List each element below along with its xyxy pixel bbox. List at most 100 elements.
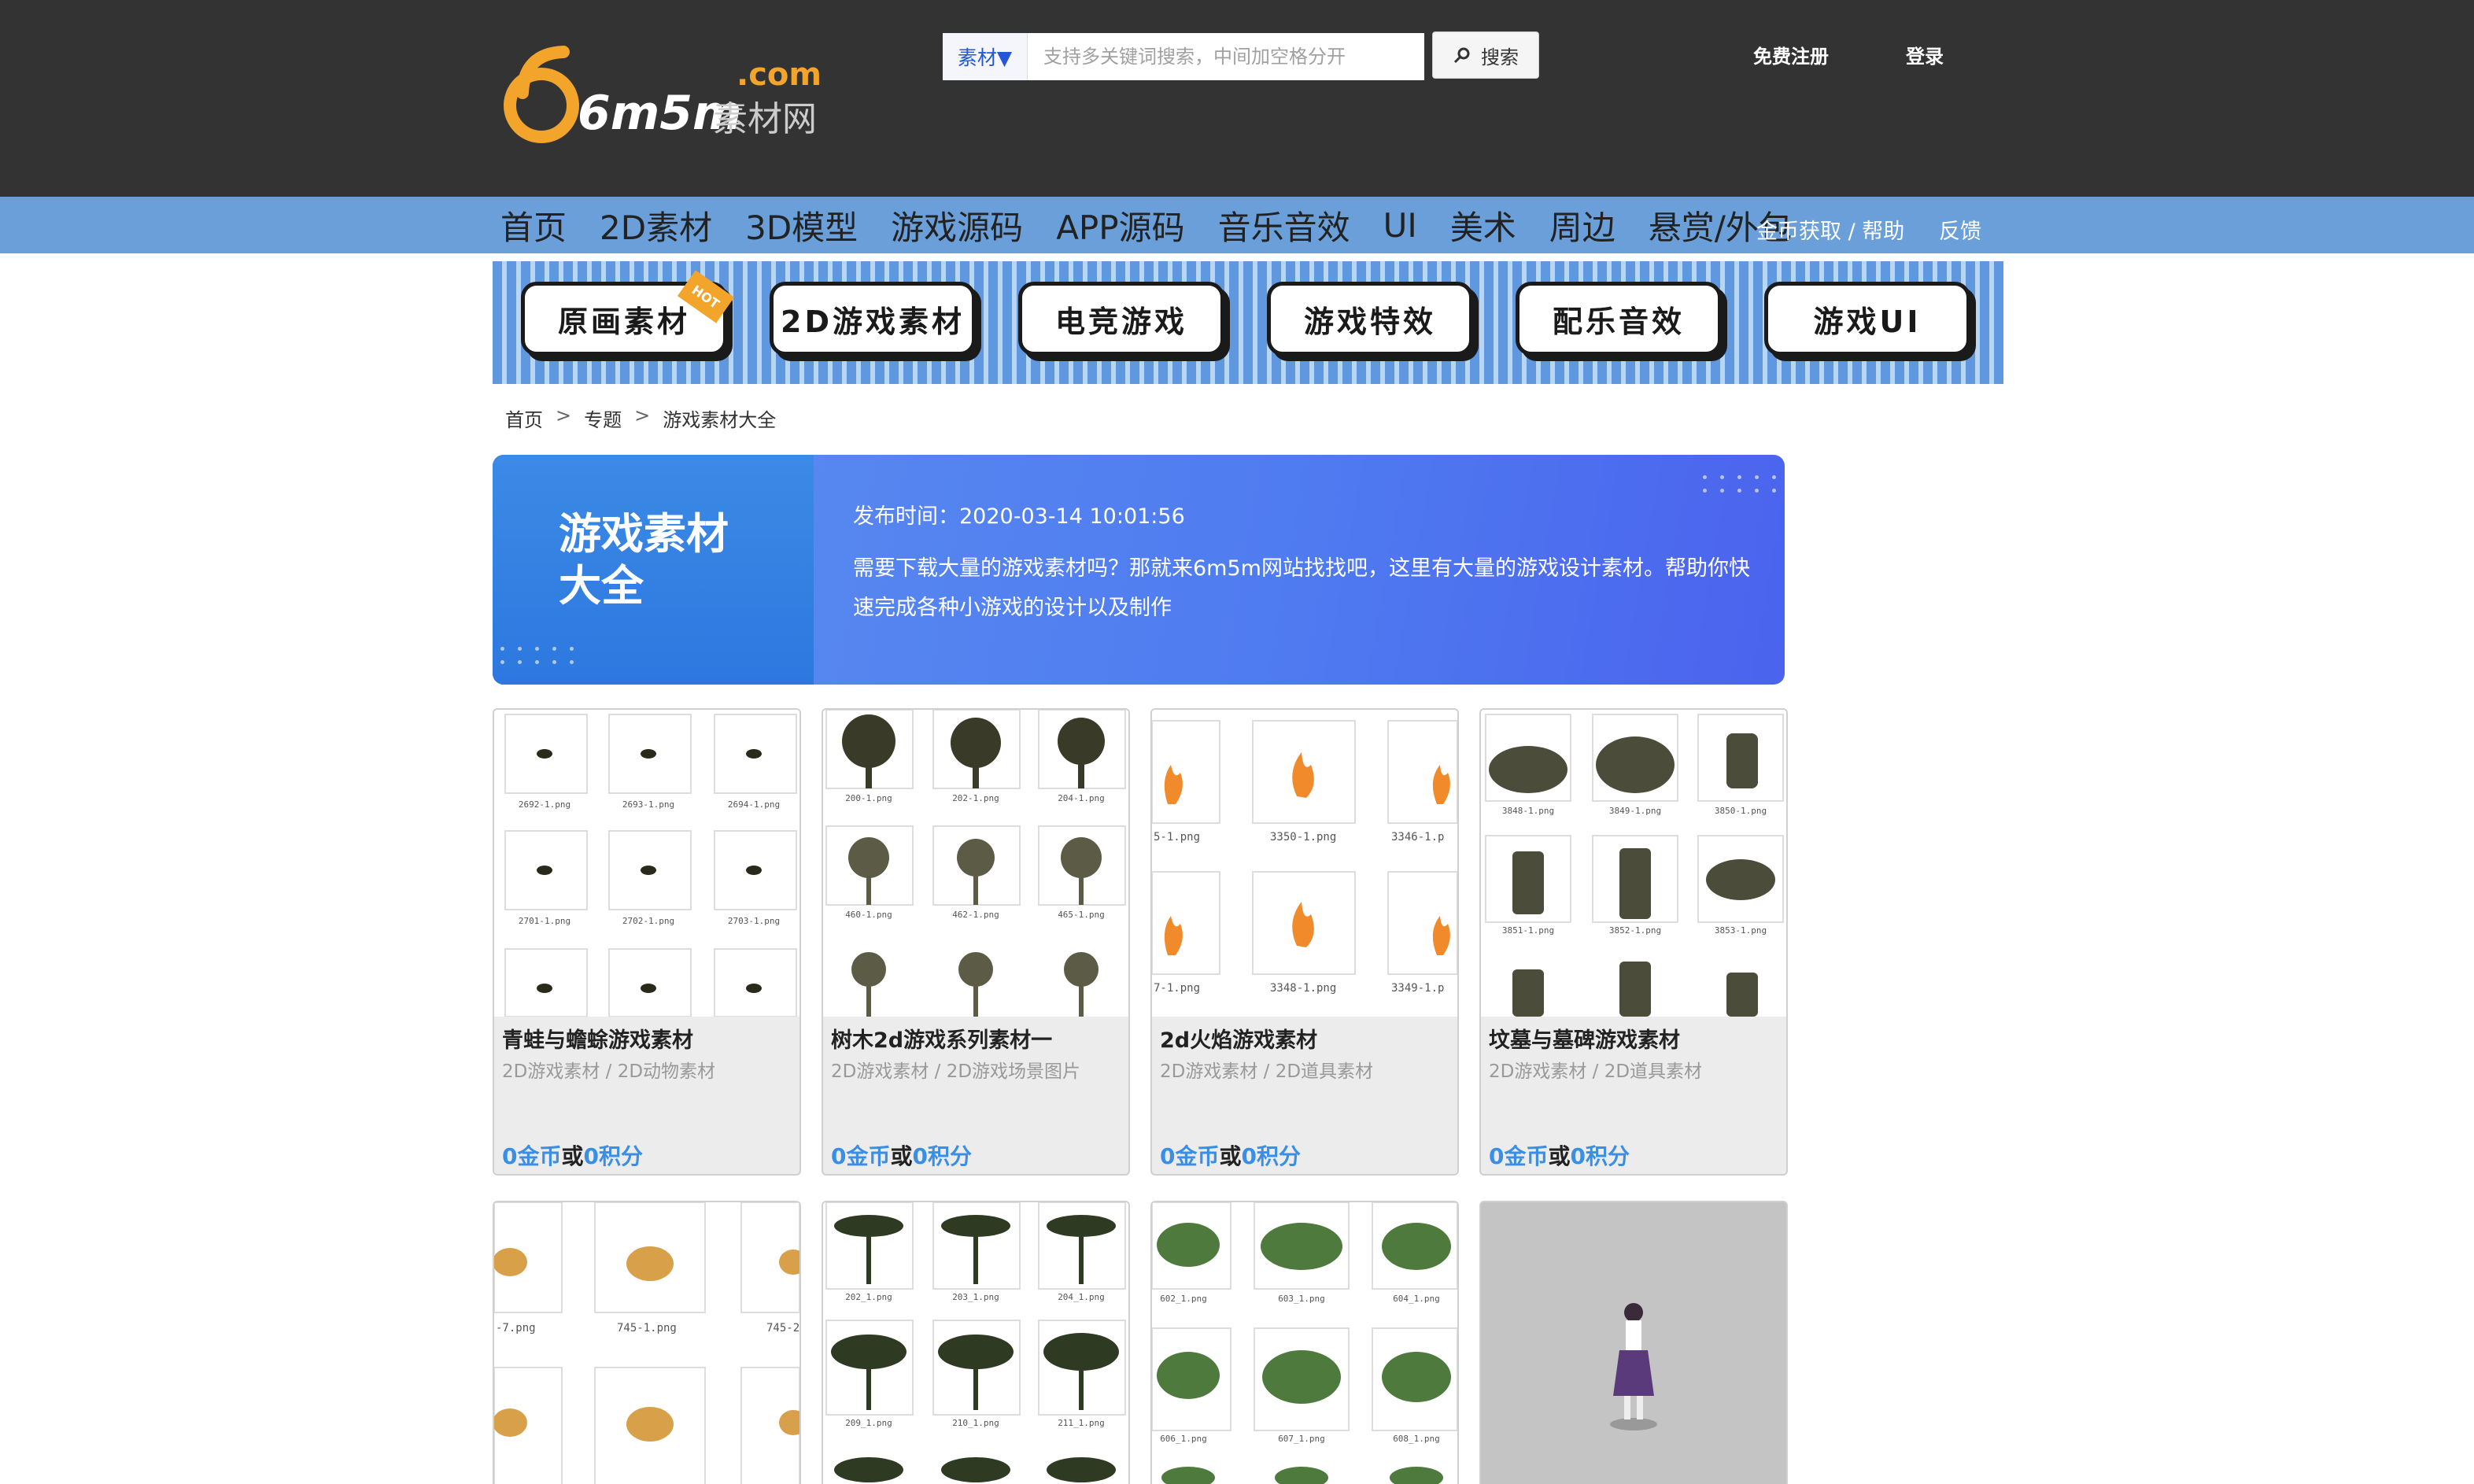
logo-cn: 素材网 xyxy=(713,99,817,139)
login-link[interactable]: 登录 xyxy=(1906,41,1944,68)
site-logo[interactable]: 6m5m .com 素材网 xyxy=(500,46,831,143)
tombstone-thumbnail: 3848-1.png 3849-1.png 3850-1.png 3851-1.… xyxy=(1485,714,1784,1017)
nav-item-2d[interactable]: 2D素材 xyxy=(600,201,712,249)
thumb-label: 5-1.png xyxy=(1154,831,1200,844)
breadcrumb-separator: > xyxy=(556,404,572,426)
main-nav: 首页 2D素材 3D模型 游戏源码 APP源码 音乐音效 UI 美术 周边 悬赏… xyxy=(0,197,2474,253)
resource-card[interactable]: -7.png 745-1.png 745-2 xyxy=(493,1201,801,1484)
nav-item-audio[interactable]: 音乐音效 xyxy=(1218,201,1350,249)
thumb-label: 202_1.png xyxy=(845,1292,892,1302)
thumb-label: 2692-1.png xyxy=(519,799,570,810)
search-input[interactable] xyxy=(1028,33,1424,80)
price-points: 0积分 xyxy=(1570,1143,1630,1169)
palm-thumbnail: 202_1.png 203_1.png 204_1.png 209_1.png … xyxy=(825,1202,1126,1482)
nav-item-art[interactable]: 美术 xyxy=(1450,201,1516,249)
card-category: 2D游戏素材 / 2D动物素材 xyxy=(502,1061,716,1082)
thumb-label: 211_1.png xyxy=(1058,1418,1105,1428)
thumb-label: 3850-1.png xyxy=(1715,806,1767,816)
search-bar: 素材▼ xyxy=(943,33,1424,80)
nav-item-home[interactable]: 首页 xyxy=(500,201,567,249)
thumb-label: 209_1.png xyxy=(845,1418,892,1428)
banner-button-label: 配乐音效 xyxy=(1552,304,1685,339)
breadcrumb-current: 游戏素材大全 xyxy=(663,409,777,431)
thumb-label: 204_1.png xyxy=(1058,1292,1105,1302)
nav-feedback-link[interactable]: 反馈 xyxy=(1939,214,1981,245)
nav-item-3d[interactable]: 3D模型 xyxy=(745,201,858,249)
decor-dots xyxy=(500,647,578,664)
resource-card[interactable]: 2692-1.png 2693-1.png 2694-1.png 2701-1.… xyxy=(493,708,801,1176)
banner-button-effects[interactable]: 游戏特效 xyxy=(1267,282,1473,356)
thumb-label: 3348-1.png xyxy=(1270,982,1336,995)
card-price: 0金币或0积分 xyxy=(831,1139,972,1171)
price-points: 0积分 xyxy=(912,1143,972,1169)
price-coins: 0金币 xyxy=(831,1143,891,1169)
price-coins: 0金币 xyxy=(1160,1143,1220,1169)
nav-item-game-source[interactable]: 游戏源码 xyxy=(891,201,1023,249)
banner-button-game-ui[interactable]: 游戏UI xyxy=(1764,282,1970,356)
thumb-label: 7-1.png xyxy=(1154,982,1200,995)
topic-title-panel: 游戏素材大全 xyxy=(493,455,814,685)
banner-button-esports[interactable]: 电竞游戏 xyxy=(1018,282,1224,356)
thumb-label: 608_1.png xyxy=(1393,1434,1440,1444)
topic-header-card: 游戏素材大全 发布时间：2020-03-14 10:01:56 需要下载大量的游… xyxy=(493,455,1785,685)
card-category: 2D游戏素材 / 2D游戏场景图片 xyxy=(831,1061,1081,1082)
topic-publish-date: 发布时间：2020-03-14 10:01:56 xyxy=(853,504,1185,529)
search-category-select[interactable]: 素材▼ xyxy=(943,33,1028,80)
card-category: 2D游戏素材 / 2D道具素材 xyxy=(1160,1061,1374,1082)
price-or: 或 xyxy=(890,1143,913,1169)
card-title[interactable]: 树木2d游戏系列素材一 xyxy=(831,1023,1052,1054)
topic-description: 需要下载大量的游戏素材吗？那就来6m5m网站找找吧，这里有大量的游戏设计素材。帮… xyxy=(853,556,1750,620)
thumb-label: 2694-1.png xyxy=(728,799,780,810)
search-button[interactable]: 搜索 xyxy=(1432,31,1539,79)
category-banner: 原画素材 HOT 2D游戏素材 电竞游戏 游戏特效 配乐音效 游戏UI xyxy=(493,261,2003,384)
card-title[interactable]: 坟墓与墓碑游戏素材 xyxy=(1489,1023,1680,1054)
card-thumbnail: 202_1.png 203_1.png 204_1.png 209_1.png … xyxy=(823,1202,1128,1484)
logo-com: .com xyxy=(737,57,822,93)
nav-item-app-source[interactable]: APP源码 xyxy=(1056,201,1184,249)
card-thumbnail: 5-1.png 3350-1.png 3346-1.p 7-1.png 3348… xyxy=(1152,710,1457,1017)
thumb-label: 3851-1.png xyxy=(1502,925,1554,936)
lilypad-thumbnail: 602_1.png 603_1.png 604_1.png 606_1.png … xyxy=(1152,1202,1457,1484)
thumb-label: 2701-1.png xyxy=(519,916,570,926)
card-thumbnail: -7.png 745-1.png 745-2 xyxy=(494,1202,799,1484)
breadcrumb: 首页 > 专题 > 游戏素材大全 xyxy=(505,404,776,432)
nav-help-link[interactable]: 金币获取 / 帮助 xyxy=(1756,214,1904,245)
resource-card[interactable]: 200-1.png 202-1.png 204-1.png 460-1.png … xyxy=(822,708,1130,1176)
register-link[interactable]: 免费注册 xyxy=(1753,41,1829,68)
thumb-label: 200-1.png xyxy=(845,793,892,803)
banner-button-concept-art[interactable]: 原画素材 HOT xyxy=(521,270,735,356)
card-title[interactable]: 青蛙与蟾蜍游戏素材 xyxy=(502,1023,693,1054)
banner-button-2d-game[interactable]: 2D游戏素材 xyxy=(770,282,976,356)
nav-item-ui[interactable]: UI xyxy=(1383,206,1417,245)
banner-button-label: 2D游戏素材 xyxy=(781,304,965,339)
card-price: 0金币或0积分 xyxy=(502,1139,643,1171)
banner-button-label: 原画素材 xyxy=(557,304,690,339)
thumb-label: 607_1.png xyxy=(1278,1434,1325,1444)
thumb-label: 745-1.png xyxy=(617,1322,677,1334)
resource-card[interactable]: 602_1.png 603_1.png 604_1.png 606_1.png … xyxy=(1150,1201,1459,1484)
breadcrumb-topic[interactable]: 专题 xyxy=(584,404,622,432)
resource-card[interactable]: 5-1.png 3350-1.png 3346-1.p 7-1.png 3348… xyxy=(1150,708,1459,1176)
resource-card[interactable] xyxy=(1479,1201,1788,1484)
resource-card[interactable]: 3848-1.png 3849-1.png 3850-1.png 3851-1.… xyxy=(1479,708,1788,1176)
breadcrumb-home[interactable]: 首页 xyxy=(505,404,543,432)
thumb-label: 3852-1.png xyxy=(1609,925,1661,936)
banner-button-music[interactable]: 配乐音效 xyxy=(1516,282,1722,356)
thumb-label: 203_1.png xyxy=(952,1292,999,1302)
thumb-label: 745-2 xyxy=(766,1322,799,1334)
site-header: 6m5m .com 素材网 素材▼ 搜索 免费注册 登录 xyxy=(0,0,2474,197)
card-price: 0金币或0积分 xyxy=(1489,1139,1630,1171)
thumb-label: 3346-1.p xyxy=(1391,831,1444,844)
price-coins: 0金币 xyxy=(1489,1143,1549,1169)
search-button-label: 搜索 xyxy=(1481,46,1519,68)
fire-thumbnail: 5-1.png 3350-1.png 3346-1.p 7-1.png 3348… xyxy=(1152,720,1457,995)
price-points: 0积分 xyxy=(1241,1143,1301,1169)
price-or: 或 xyxy=(1219,1143,1242,1169)
chicken-thumbnail: -7.png 745-1.png 745-2 xyxy=(494,1202,799,1484)
thumb-label: 603_1.png xyxy=(1278,1294,1325,1304)
card-category: 2D游戏素材 / 2D道具素材 xyxy=(1489,1061,1703,1082)
nav-item-merch[interactable]: 周边 xyxy=(1549,201,1615,249)
resource-card[interactable]: 202_1.png 203_1.png 204_1.png 209_1.png … xyxy=(822,1201,1130,1484)
thumb-label: 604_1.png xyxy=(1393,1294,1440,1304)
card-title[interactable]: 2d火焰游戏素材 xyxy=(1160,1023,1317,1054)
